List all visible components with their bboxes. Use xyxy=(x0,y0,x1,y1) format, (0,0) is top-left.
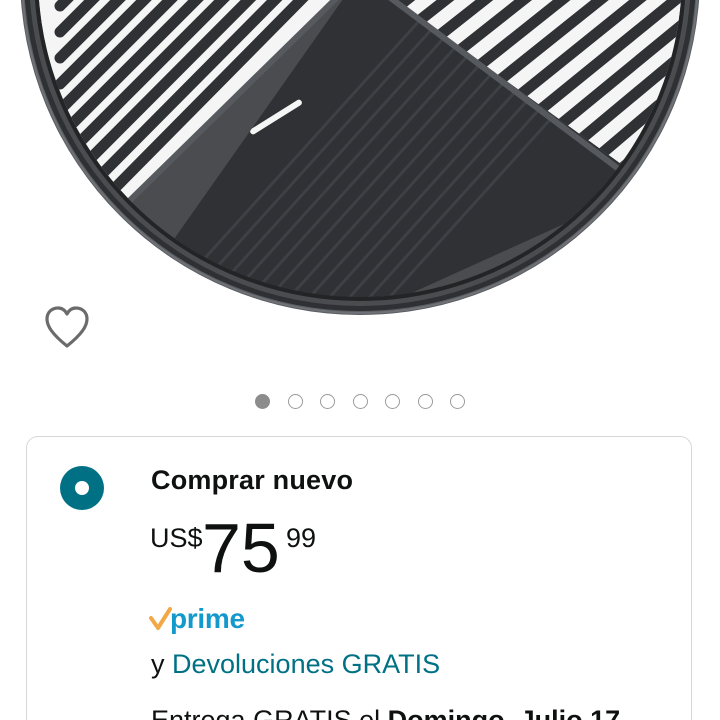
radio-dot xyxy=(75,481,89,495)
price-currency: US$ xyxy=(150,523,203,553)
carousel-dot[interactable] xyxy=(287,394,303,409)
heart-outline-icon xyxy=(45,306,89,348)
wishlist-button[interactable] xyxy=(42,304,92,352)
carousel-dot[interactable] xyxy=(255,394,270,409)
buy-new-option-card[interactable]: Comprar nuevo US$ 75 99 prime y Devoluci… xyxy=(26,436,692,720)
delivery-date: Domingo, Julio 17 xyxy=(387,705,621,720)
option-title: Comprar nuevo xyxy=(151,465,354,495)
carousel-dot[interactable] xyxy=(417,394,433,409)
carousel-dot[interactable] xyxy=(320,394,335,409)
delivery-line: Entrega GRATIS el Domingo, Julio 17 xyxy=(151,705,620,720)
returns-prefix: y xyxy=(151,649,165,679)
free-returns-line: y Devoluciones GRATIS xyxy=(151,649,440,680)
product-image[interactable] xyxy=(0,0,720,330)
delivery-prefix: Entrega GRATIS el xyxy=(151,705,381,720)
product-detail-page: Comprar nuevo US$ 75 99 prime y Devoluci… xyxy=(0,0,720,720)
carousel-dot[interactable] xyxy=(385,394,400,409)
price-whole: 75 xyxy=(202,509,280,587)
image-carousel-indicator xyxy=(0,394,720,414)
free-returns-link[interactable]: Devoluciones GRATIS xyxy=(172,649,440,679)
prime-label: prime xyxy=(170,603,245,634)
price-fraction: 99 xyxy=(286,523,317,553)
carousel-dot[interactable] xyxy=(352,394,368,409)
radio-selected-icon[interactable] xyxy=(60,466,104,510)
carousel-dot[interactable] xyxy=(450,394,465,409)
